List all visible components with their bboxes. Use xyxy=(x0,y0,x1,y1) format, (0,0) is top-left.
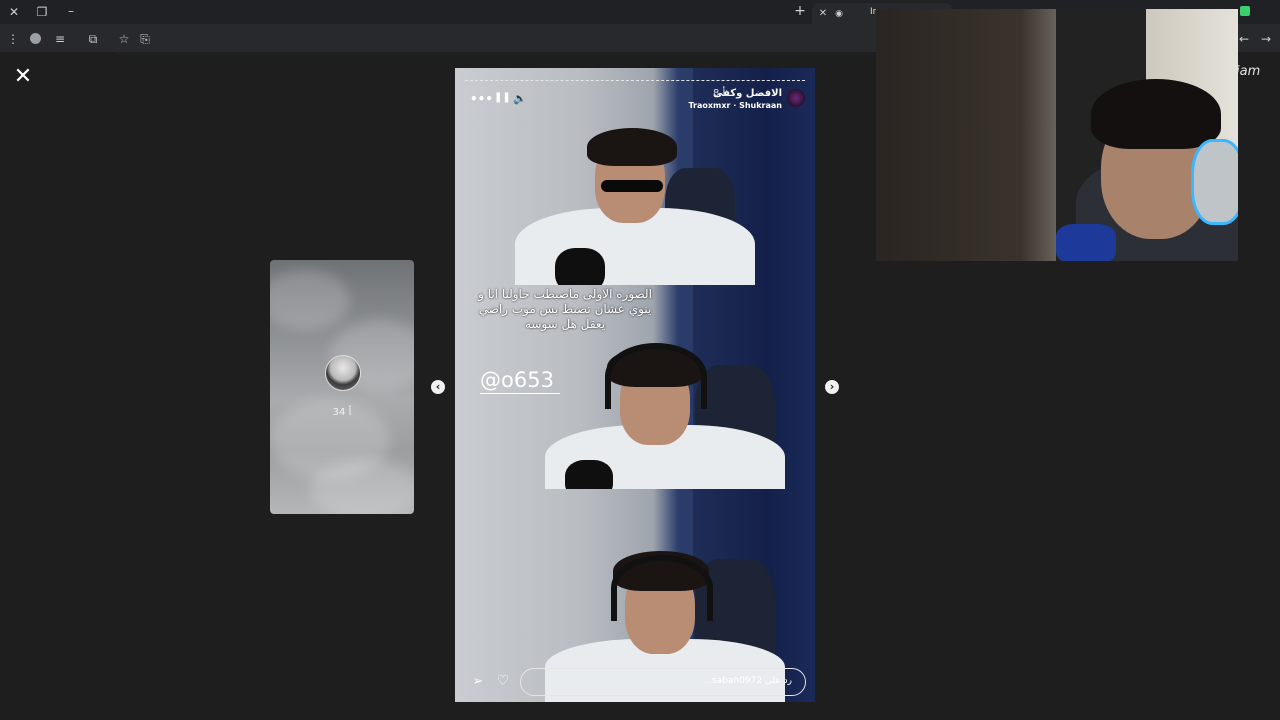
close-viewer-button[interactable]: ✕ xyxy=(12,66,34,88)
next-story-arrow-icon[interactable]: › xyxy=(825,380,839,394)
story-caption: الصوره الاولى ماضبطت حاولنا انا و ينوي ع… xyxy=(478,287,652,331)
back-arrow-icon[interactable]: ← xyxy=(1237,32,1251,46)
story-mention[interactable]: @o653 xyxy=(480,367,560,394)
story-author-name[interactable]: الافضل وكفى xyxy=(690,88,782,99)
bookmark-star-icon[interactable]: ☆ xyxy=(117,32,131,46)
webcam-brand-text: iam xyxy=(1236,64,1261,79)
new-tab-icon[interactable]: + xyxy=(793,4,807,18)
reply-placeholder: رد على sabah0972... xyxy=(703,676,792,686)
previous-story-arrow-icon[interactable]: ‹ xyxy=(431,380,445,394)
webcam-cup xyxy=(1056,224,1116,261)
volume-icon[interactable]: 🔈 xyxy=(513,92,527,105)
webcam-headphone xyxy=(1191,139,1238,225)
profile-avatar[interactable] xyxy=(30,33,41,44)
close-window-icon[interactable]: ✕ xyxy=(7,5,21,19)
webcam-person-hair xyxy=(1091,79,1221,149)
story-author-avatar[interactable] xyxy=(787,89,805,107)
previous-story-avatar[interactable] xyxy=(325,355,361,391)
screen-cast-icon[interactable]: ⎘ xyxy=(138,32,152,46)
reading-list-icon[interactable]: ≡ xyxy=(53,32,67,46)
tab-audio-icon[interactable]: ◉ xyxy=(832,7,846,21)
pause-icon[interactable]: ❚❚ xyxy=(494,92,511,103)
extension-icon[interactable] xyxy=(1240,6,1250,16)
previous-story-time: 34 أ xyxy=(332,407,352,418)
forward-arrow-icon[interactable]: → xyxy=(1259,32,1273,46)
share-icon[interactable]: ➢ xyxy=(470,674,486,689)
webcam-overlay xyxy=(876,9,1238,261)
story-music-label[interactable]: Traoxmxr · Shukraan xyxy=(660,101,782,110)
story-time-ago: 8 أ xyxy=(713,88,726,99)
menu-dots-icon[interactable]: ⋮ xyxy=(6,32,20,46)
extensions-icon[interactable]: ⧉ xyxy=(86,32,100,46)
more-options-icon[interactable]: ••• xyxy=(470,92,493,106)
story-progress-bar xyxy=(465,80,805,82)
heart-icon[interactable]: ♡ xyxy=(495,673,511,689)
restore-window-icon[interactable]: ❐ xyxy=(35,5,49,19)
tab-close-icon[interactable]: ✕ xyxy=(816,7,830,21)
minimize-window-icon[interactable]: – xyxy=(64,4,78,18)
